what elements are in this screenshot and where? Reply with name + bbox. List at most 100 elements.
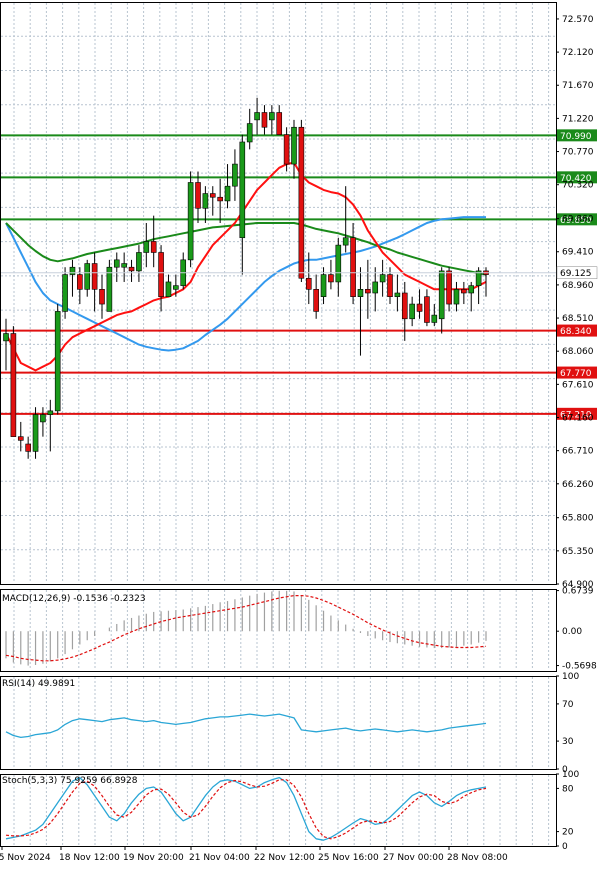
candle-body — [113, 259, 120, 268]
current-price-label: 69.125 — [560, 269, 592, 279]
time-tick-label: 22 Nov 12:00 — [254, 853, 315, 863]
candle-body — [291, 126, 297, 165]
candle-body — [10, 333, 17, 437]
candle-body — [69, 266, 76, 275]
candle-body — [305, 277, 312, 290]
candle-body — [121, 263, 127, 268]
rsi-tick-label: 30 — [562, 737, 574, 747]
candle-body — [254, 112, 260, 121]
candle-body — [136, 252, 142, 272]
candle-body — [379, 274, 386, 283]
candle-body — [431, 314, 438, 323]
candle-body — [320, 274, 327, 297]
candle-body — [165, 281, 172, 297]
level-label: 70.990 — [560, 132, 592, 142]
candle-body — [128, 266, 135, 272]
price-tick-label: 65.350 — [562, 547, 594, 557]
candle-body — [150, 241, 157, 253]
candle-body — [409, 303, 415, 320]
price-tick-label: 69.860 — [562, 215, 594, 225]
price-tick-label: 72.570 — [562, 15, 594, 25]
candle-body — [91, 263, 98, 290]
candle-body — [54, 311, 61, 412]
candle-body — [269, 112, 275, 121]
candle-body — [239, 141, 246, 239]
level-label: 68.340 — [560, 327, 592, 337]
time-tick-label: 25 Nov 16:00 — [318, 853, 379, 863]
trading-chart[interactable]: 70.99070.42069.85068.34067.77067.210 72.… — [0, 0, 600, 869]
price-tick-label: 67.160 — [562, 414, 594, 424]
candle-body — [394, 292, 401, 297]
candle-body — [453, 289, 460, 305]
candle-body — [99, 289, 105, 305]
candle-body — [342, 237, 349, 246]
candle-body — [335, 244, 342, 283]
candle-body — [158, 252, 164, 297]
macd-tick-label: 0.6739 — [562, 587, 594, 597]
stoch-tick-label: 100 — [562, 770, 579, 780]
candle-body — [202, 193, 209, 209]
price-tick-label: 69.410 — [562, 248, 594, 258]
candle-body — [276, 112, 283, 135]
candle-body — [32, 414, 39, 452]
rsi-title: RSI(14) 49.9891 — [2, 679, 75, 689]
candle-body — [446, 270, 452, 305]
candle-body — [261, 112, 268, 128]
candle-body — [195, 182, 201, 209]
price-tick-label: 66.710 — [562, 447, 594, 457]
time-tick-label: 21 Nov 04:00 — [189, 853, 250, 863]
candle-body — [143, 241, 150, 253]
candle-body — [17, 436, 24, 441]
candle-body — [401, 292, 408, 320]
candle-body — [77, 274, 83, 290]
macd-tick-label: -0.5698 — [562, 662, 597, 672]
candle-body — [424, 296, 430, 323]
stoch-tick-label: 20 — [562, 828, 574, 838]
macd-title: MACD(12,26,9) -0.1536 -0.2323 — [2, 594, 146, 604]
price-tick-label: 70.770 — [562, 148, 594, 158]
candle-body — [3, 333, 9, 342]
candle-body — [187, 182, 194, 261]
candle-body — [350, 237, 356, 297]
candle-body — [328, 274, 334, 283]
price-tick-label: 67.610 — [562, 380, 594, 390]
price-tick-label: 71.220 — [562, 114, 594, 124]
candle-body — [468, 285, 475, 294]
candle-body — [173, 285, 179, 290]
time-tick-label: 27 Nov 00:00 — [383, 853, 444, 863]
price-tick-label: 68.510 — [562, 314, 594, 324]
macd-tick-label: 0.00 — [562, 627, 582, 637]
candle-body — [298, 126, 305, 279]
candle-body — [461, 289, 467, 294]
candle-body — [47, 410, 54, 415]
candle-body — [365, 289, 371, 294]
stoch-title: Stoch(5,3,3) 75.9259 66.8928 — [2, 776, 138, 786]
candle-body — [40, 414, 46, 423]
candle-body — [357, 289, 364, 297]
candle-body — [84, 263, 91, 290]
rsi-tick-label: 100 — [562, 672, 579, 682]
candle-body — [62, 274, 68, 312]
time-tick-label: 18 Nov 12:00 — [59, 853, 120, 863]
candle-body — [217, 196, 223, 202]
candle-body — [313, 289, 319, 312]
price-tick-label: 72.120 — [562, 48, 594, 58]
price-tick-label: 68.960 — [562, 281, 594, 291]
price-tick-label: 68.060 — [562, 347, 594, 357]
price-tick-label: 71.670 — [562, 81, 594, 91]
price-tick-label: 66.260 — [562, 480, 594, 490]
time-tick-label: 19 Nov 20:00 — [123, 853, 184, 863]
candle-body — [283, 134, 290, 165]
price-tick-label: 65.800 — [562, 514, 594, 524]
candle-body — [232, 163, 238, 187]
price-tick-label: 70.320 — [562, 181, 594, 191]
candle-body — [438, 270, 445, 320]
candle-body — [106, 266, 113, 312]
stoch-tick-label: 80 — [562, 784, 574, 794]
stoch-tick-label: 0 — [562, 842, 568, 852]
candle-body — [224, 185, 231, 202]
candle-body — [246, 123, 253, 143]
time-tick-label: 15 Nov 2024 — [0, 853, 51, 863]
rsi-tick-label: 70 — [562, 700, 574, 710]
candle-body — [372, 281, 379, 294]
